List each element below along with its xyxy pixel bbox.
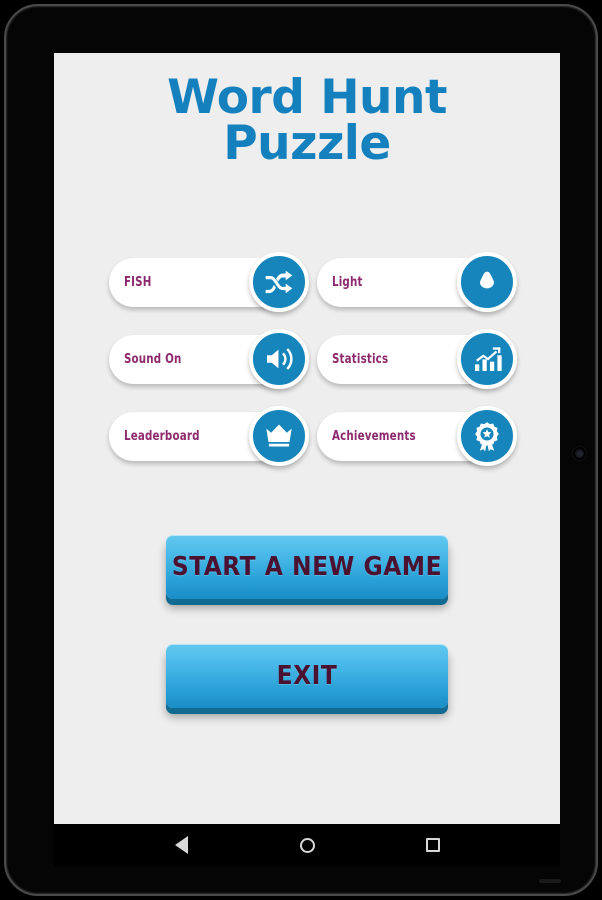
- start-new-game-button[interactable]: START A NEW GAME: [166, 535, 448, 599]
- option-label-leaderboard: Leaderboard: [123, 429, 200, 444]
- back-icon[interactable]: [170, 834, 192, 856]
- option-button-theme[interactable]: Light: [317, 252, 517, 312]
- options-row-1: FISH Light: [54, 252, 560, 312]
- android-navigation-bar: [54, 824, 560, 866]
- option-label-statistics: Statistics: [331, 352, 389, 367]
- option-button-leaderboard[interactable]: Leaderboard: [109, 406, 309, 466]
- crown-icon[interactable]: [249, 406, 309, 466]
- speaker-volume-icon[interactable]: [249, 329, 309, 389]
- options-row-3: Leaderboard Achievements: [54, 406, 560, 466]
- option-label-sound: Sound On: [123, 352, 182, 367]
- option-button-achievements[interactable]: Achievements: [317, 406, 517, 466]
- tablet-device-frame: Word Hunt Puzzle FISH Light Sound On Sta…: [4, 4, 598, 896]
- option-label-theme: Light: [331, 275, 363, 290]
- theme-shield-icon[interactable]: [457, 252, 517, 312]
- main-actions: START A NEW GAME EXIT: [54, 535, 560, 753]
- recents-icon[interactable]: [422, 834, 444, 856]
- front-camera-icon: [573, 447, 586, 460]
- shuffle-icon[interactable]: [249, 252, 309, 312]
- option-label-word-category: FISH: [123, 275, 152, 290]
- award-medal-icon[interactable]: [457, 406, 517, 466]
- option-label-achievements: Achievements: [331, 429, 416, 444]
- options-row-2: Sound On Statistics: [54, 329, 560, 389]
- exit-button[interactable]: EXIT: [166, 644, 448, 708]
- option-button-statistics[interactable]: Statistics: [317, 329, 517, 389]
- device-bottom-mark: [539, 879, 561, 883]
- option-button-sound[interactable]: Sound On: [109, 329, 309, 389]
- app-screen: Word Hunt Puzzle FISH Light Sound On Sta…: [54, 53, 560, 824]
- bar-chart-icon[interactable]: [457, 329, 517, 389]
- options-grid: FISH Light Sound On Statistics Leaderboa…: [54, 252, 560, 489]
- option-button-word-category[interactable]: FISH: [109, 252, 309, 312]
- page-title-line-2: Puzzle: [223, 116, 391, 172]
- home-icon[interactable]: [296, 834, 318, 856]
- page-title: Word Hunt Puzzle: [54, 74, 560, 172]
